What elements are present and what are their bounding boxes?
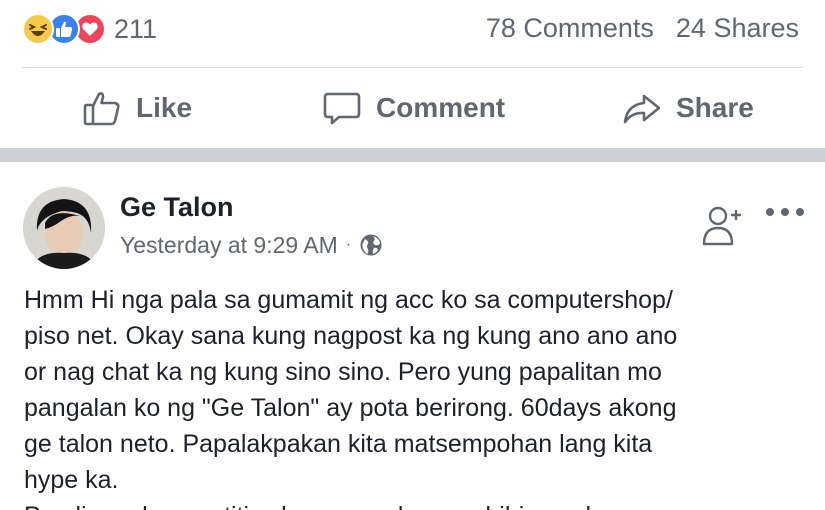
post-actions-bar: Like Comment Share	[0, 68, 825, 148]
comment-label: Comment	[376, 92, 506, 123]
reactions-summary[interactable]: 211	[22, 12, 157, 46]
post-timestamp[interactable]: Yesterday at 9:29 AM	[120, 232, 338, 259]
post-body: Hmm Hi nga pala sa gumamit ng acc ko sa …	[24, 282, 814, 510]
globe-icon	[360, 234, 382, 256]
post-line: or nag chat ka ng kung sino sino. Pero y…	[24, 358, 662, 386]
share-button[interactable]: Share	[622, 68, 754, 148]
facebook-post-view: 211 78 Comments 24 Shares Like Comment S…	[0, 0, 825, 510]
post-line: piso net. Okay sana kung nagpost ka ng k…	[24, 322, 678, 350]
share-label: Share	[676, 92, 754, 123]
more-dot	[766, 208, 774, 216]
share-arrow-icon	[623, 94, 661, 124]
speech-bubble-icon	[323, 92, 361, 125]
post-line: Hmm Hi nga pala sa gumamit ng acc ko sa …	[24, 286, 673, 314]
meta-separator: ·	[345, 236, 352, 253]
more-dot	[781, 208, 789, 216]
comment-button[interactable]: Comment	[322, 68, 505, 148]
more-options-button[interactable]	[766, 206, 804, 218]
post-meta: Yesterday at 9:29 AM ·	[120, 230, 383, 260]
reaction-count: 211	[114, 13, 158, 44]
add-friend-button[interactable]	[700, 202, 748, 255]
post-line: Ps: di na ako magtitiwala suounod sa nag…	[24, 498, 814, 510]
shares-count-link[interactable]: 24 Shares	[676, 13, 799, 44]
haha-icon	[22, 13, 54, 45]
like-label: Like	[136, 92, 193, 123]
post-line: pangalan ko ng "Ge Talon" ay pota beriro…	[24, 394, 677, 422]
author-name[interactable]: Ge Talon	[120, 192, 234, 223]
thumbs-up-icon	[83, 92, 120, 126]
add-friend-icon	[702, 206, 741, 246]
post-line: ge talon neto. Papalakpakan kita matsemp…	[24, 430, 653, 458]
more-dot	[796, 208, 804, 216]
like-button[interactable]: Like	[82, 68, 192, 148]
post-line: hype ka.	[24, 466, 119, 494]
post-card: Ge Talon Yesterday at 9:29 AM · Hmm Hi n…	[0, 162, 825, 510]
comments-count-link[interactable]: 78 Comments	[486, 13, 654, 44]
comment-share-counts: 78 Comments 24 Shares	[486, 13, 799, 44]
engagement-stats: 211 78 Comments 24 Shares	[0, 0, 825, 66]
avatar[interactable]	[23, 187, 105, 269]
profile-photo-icon	[23, 187, 105, 269]
section-divider	[0, 148, 825, 162]
